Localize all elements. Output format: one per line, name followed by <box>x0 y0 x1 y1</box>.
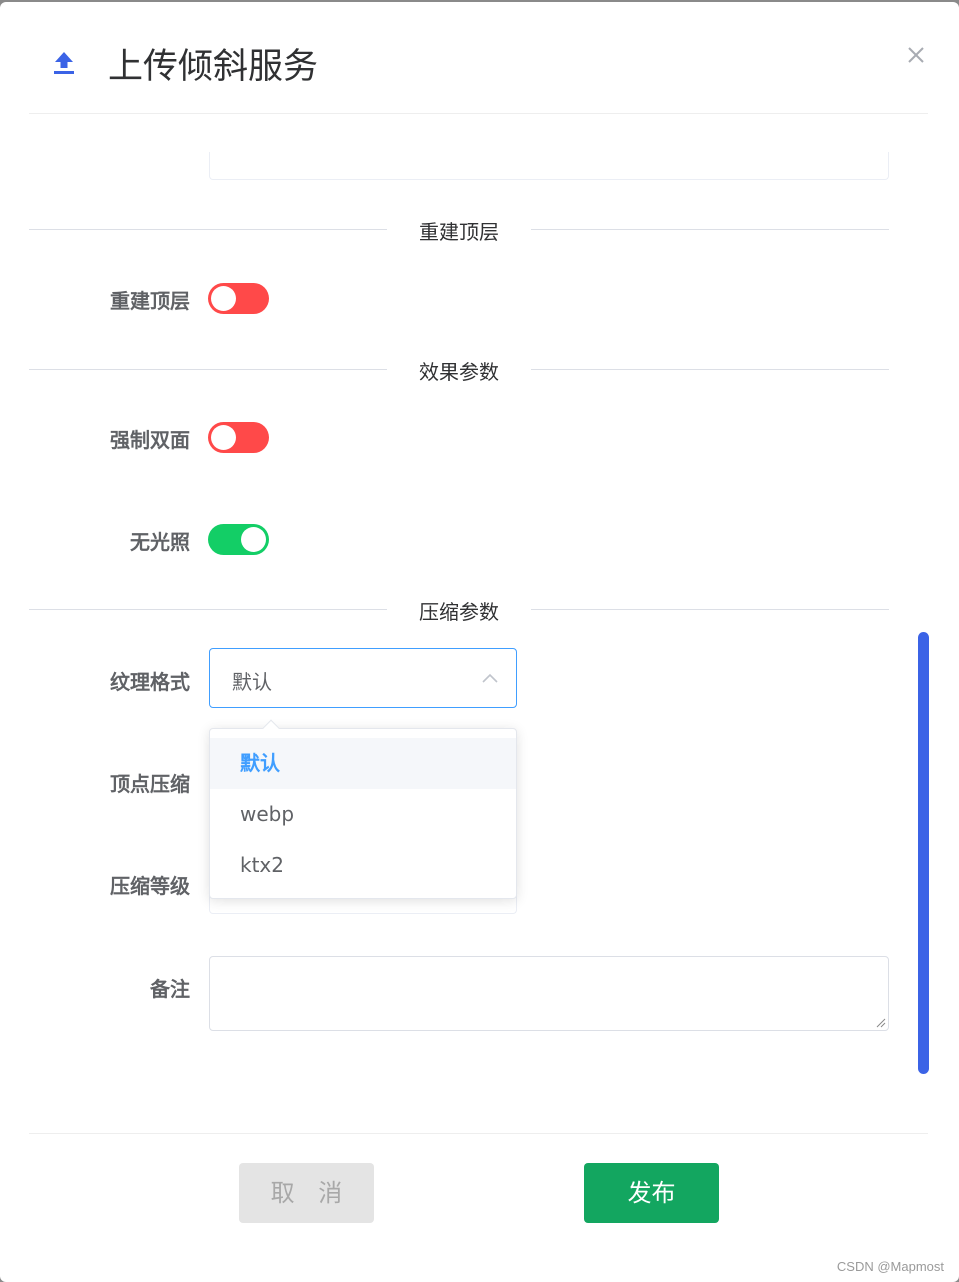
rebuild-top-switch[interactable] <box>208 283 269 314</box>
dropdown-option-webp[interactable]: webp <box>210 789 516 840</box>
chevron-up-icon <box>482 673 498 683</box>
vertex-compress-label: 顶点压缩 <box>110 772 190 796</box>
scrollbar-thumb[interactable] <box>918 632 929 1074</box>
force-double-side-label: 强制双面 <box>110 428 190 452</box>
dialog-header: 上传倾斜服务 <box>0 2 959 114</box>
section-title-compress: 压缩参数 <box>419 600 499 624</box>
texture-format-label: 纹理格式 <box>110 670 190 694</box>
remark-label: 备注 <box>150 977 190 1001</box>
section-title-rebuild: 重建顶层 <box>419 220 499 244</box>
section-divider-compress: 压缩参数 <box>29 590 889 630</box>
resize-handle-icon[interactable] <box>874 1016 886 1028</box>
compress-level-label: 压缩等级 <box>110 874 190 898</box>
force-double-side-switch[interactable] <box>208 422 269 453</box>
remark-textarea[interactable] <box>209 956 889 1031</box>
header-divider <box>29 113 928 114</box>
texture-format-value: 默认 <box>232 670 272 694</box>
close-icon[interactable] <box>903 42 929 68</box>
upload-icon <box>54 52 74 74</box>
upload-dialog: 上传倾斜服务 重建顶层 重建顶层 效果参数 强制双面 无光照 压缩参数 纹理格式… <box>0 2 959 1282</box>
dropdown-option-default[interactable]: 默认 <box>210 738 516 789</box>
previous-input-edge <box>209 152 889 180</box>
no-lighting-switch[interactable] <box>208 524 269 555</box>
watermark: CSDN @Mapmost <box>836 1259 944 1274</box>
texture-format-select[interactable]: 默认 <box>209 648 517 708</box>
section-divider-effect: 效果参数 <box>29 350 889 390</box>
footer-divider <box>29 1133 928 1134</box>
no-lighting-label: 无光照 <box>130 530 190 554</box>
cancel-button[interactable]: 取 消 <box>239 1163 374 1223</box>
rebuild-top-label: 重建顶层 <box>110 289 190 313</box>
dialog-title: 上传倾斜服务 <box>108 47 319 87</box>
section-title-effect: 效果参数 <box>419 360 499 384</box>
publish-button[interactable]: 发布 <box>584 1163 719 1223</box>
texture-format-dropdown: 默认 webp ktx2 <box>209 719 517 899</box>
section-divider-rebuild: 重建顶层 <box>29 210 889 250</box>
dropdown-option-ktx2[interactable]: ktx2 <box>210 840 516 891</box>
